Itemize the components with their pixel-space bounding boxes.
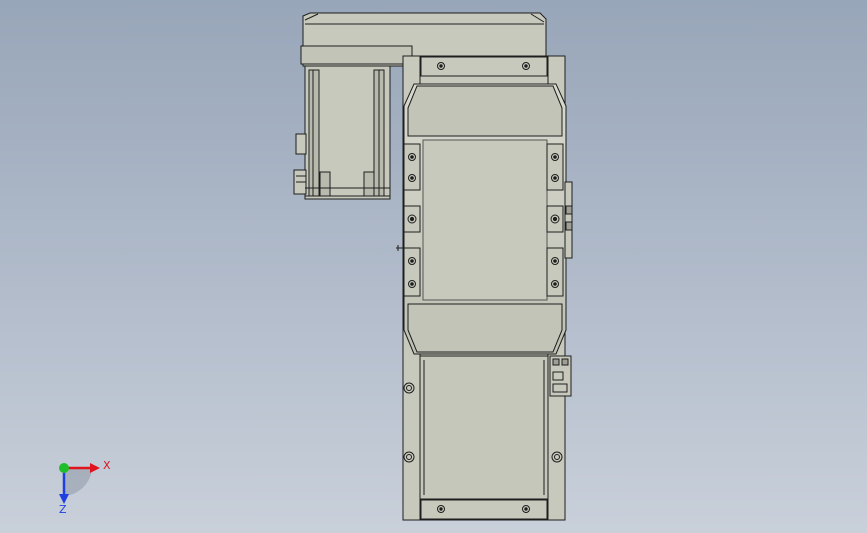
carriage-top-cap (407, 85, 563, 137)
z-axis-label: Z (59, 503, 67, 516)
cad-3d-viewport[interactable]: X Z (0, 0, 867, 533)
motor-flange (300, 45, 413, 65)
bolt-strip (546, 247, 564, 297)
lower-cover (419, 355, 549, 500)
bolt-strip (403, 247, 421, 297)
x-axis-label: X (103, 459, 111, 472)
motor-connector (295, 133, 307, 155)
y-axis-icon (59, 463, 69, 473)
orientation-triad[interactable] (59, 463, 100, 504)
carriage-bottom-cap (407, 303, 563, 353)
bolt-strip (403, 143, 421, 191)
x-axis-arrow (90, 463, 100, 473)
bolt-strip (546, 143, 564, 191)
side-bracket (564, 181, 573, 259)
actuator-assembly[interactable] (396, 55, 573, 521)
model-view[interactable] (0, 0, 867, 533)
carriage-plate (422, 139, 548, 301)
